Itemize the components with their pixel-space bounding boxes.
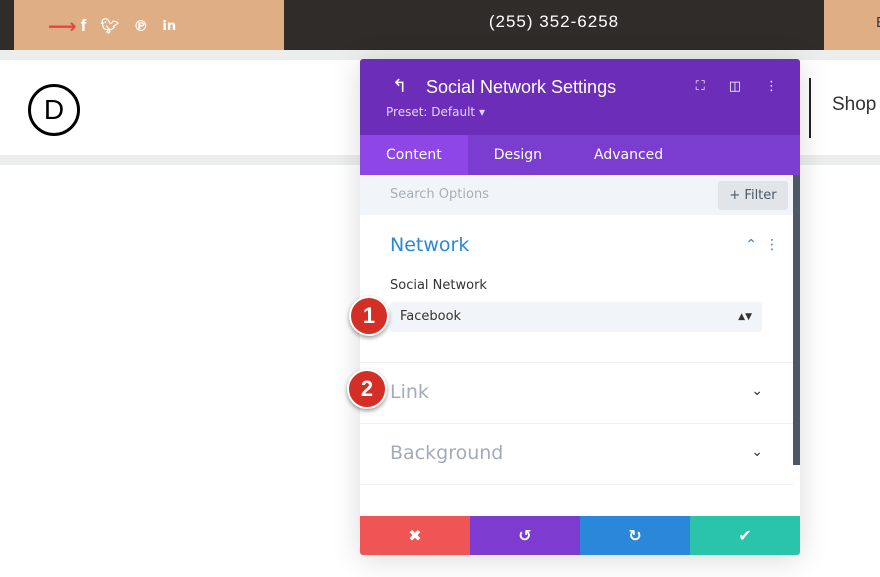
nav-divider (809, 78, 811, 138)
search-input[interactable] (390, 187, 690, 202)
select-value: Facebook (400, 309, 462, 324)
tab-bar: Content Design Advanced (360, 135, 800, 175)
section-network: Network ⌃ ⋮ Social Network Facebook ▲▼ (360, 215, 793, 363)
scrollbar[interactable] (793, 175, 800, 465)
redo-button[interactable]: ↻ (580, 516, 690, 555)
social-icons: ⟶ f 🐦︎ ℗ in (48, 14, 176, 38)
phone-number: (255) 352-6258 (488, 12, 620, 31)
modal-title: Social Network Settings (426, 77, 617, 97)
pinterest-icon[interactable]: ℗ (133, 17, 148, 35)
chevron-up-icon[interactable]: ⌃ (745, 237, 757, 253)
split-view-icon[interactable]: ◫ (729, 79, 741, 94)
social-network-select[interactable]: Facebook ▲▼ (390, 302, 762, 332)
filter-label: Filter (744, 188, 777, 203)
facebook-icon[interactable]: f (81, 16, 87, 36)
undo-button[interactable]: ↺ (470, 516, 580, 555)
section-background[interactable]: Background ⌄ (360, 424, 793, 485)
filter-button[interactable]: + Filter (718, 181, 788, 210)
tab-content[interactable]: Content (360, 135, 468, 175)
undo-icon: ↺ (518, 526, 532, 545)
field-label: Social Network (390, 278, 487, 293)
redo-icon: ↻ (628, 526, 642, 545)
preset-dropdown[interactable]: Preset: Default ▾ (386, 105, 485, 119)
tab-advanced[interactable]: Advanced (568, 135, 689, 175)
chevron-down-icon[interactable]: ⌄ (751, 383, 763, 399)
back-icon[interactable]: ↰ (392, 76, 407, 97)
section-link[interactable]: Link ⌄ (360, 363, 793, 424)
save-button[interactable]: ✔ (690, 516, 800, 555)
nav-item-shop[interactable]: Shop (832, 94, 876, 116)
section-title[interactable]: Background (390, 442, 503, 464)
close-icon: ✖ (408, 526, 422, 545)
annotation-badge: 2 (347, 369, 387, 409)
settings-modal: ↰ Social Network Settings Preset: Defaul… (360, 59, 800, 555)
section-title[interactable]: Network (390, 234, 469, 256)
search-bar: + Filter (360, 175, 800, 215)
modal-footer: ✖ ↺ ↻ ✔ (360, 516, 800, 555)
check-icon: ✔ (738, 526, 752, 545)
section-menu-icon[interactable]: ⋮ (765, 237, 779, 253)
preset-label: Preset: Default (386, 105, 476, 119)
annotation-badge: 1 (349, 296, 389, 336)
select-arrows-icon: ▲▼ (738, 312, 752, 322)
top-bar-right (824, 0, 880, 50)
linkedin-icon[interactable]: in (162, 19, 176, 34)
twitter-icon[interactable]: 🐦︎ (100, 17, 119, 35)
chevron-down-icon[interactable]: ⌄ (751, 444, 763, 460)
fullscreen-icon[interactable]: ⛶ (696, 79, 705, 94)
logo[interactable]: D (28, 84, 80, 136)
cancel-button[interactable]: ✖ (360, 516, 470, 555)
plus-icon: + (729, 188, 741, 203)
section-title[interactable]: Link (390, 381, 429, 403)
partial-text: E (876, 16, 880, 31)
red-arrow-icon: ⟶ (48, 14, 77, 38)
modal-header: ↰ Social Network Settings Preset: Defaul… (360, 59, 800, 135)
more-options-icon[interactable]: ⋮ (765, 79, 778, 94)
tab-design[interactable]: Design (468, 135, 568, 175)
